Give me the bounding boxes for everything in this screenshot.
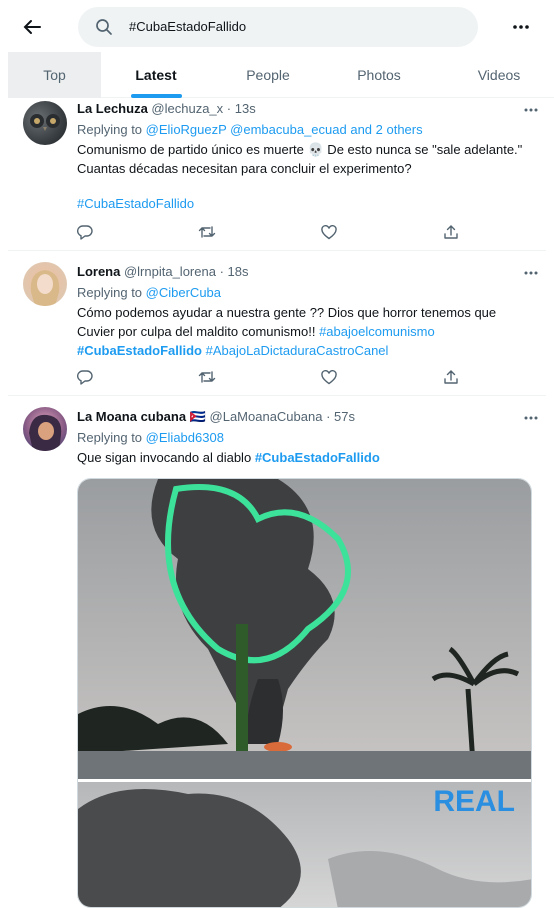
replying-to-users[interactable]: @ElioRguezP @embacuba_ecuad and 2 others <box>146 122 423 137</box>
reply-icon <box>77 225 93 240</box>
tweet[interactable]: La Lechuza @lechuza_x · 13s Replying to … <box>8 99 546 251</box>
search-tabs: Top Latest People Photos Videos <box>8 52 554 98</box>
avatar[interactable] <box>23 407 67 451</box>
replying-to: Replying to @CiberCuba <box>77 284 532 302</box>
hashtag-link[interactable]: #CubaEstadoFallido <box>77 343 202 358</box>
person-avatar-image <box>30 270 60 306</box>
flag-icon: 🇨🇺 <box>189 409 206 424</box>
timestamp[interactable]: · 13s <box>227 101 256 116</box>
smoke-photo-image <box>78 479 531 907</box>
tab-label: People <box>246 67 290 83</box>
tab-label: Top <box>43 67 66 83</box>
tweet-more-button[interactable] <box>520 264 542 282</box>
user-handle[interactable]: @lechuza_x <box>151 101 223 116</box>
tab-label: Photos <box>357 67 401 83</box>
heart-icon <box>321 224 337 239</box>
reply-button[interactable] <box>75 222 95 242</box>
hashtag-link[interactable]: #abajoelcomunismo <box>319 324 435 339</box>
hashtag-link[interactable]: #AbajoLaDictaduraCastroCanel <box>206 343 389 358</box>
hashtag-link[interactable]: #CubaEstadoFallido <box>255 450 380 465</box>
replying-prefix: Replying to <box>77 122 143 137</box>
tweet-more-button[interactable] <box>520 101 542 119</box>
tweet-text: Que sigan invocando al diablo #CubaEstad… <box>77 448 532 467</box>
like-button[interactable] <box>319 367 339 387</box>
replying-to: Replying to @Eliabd6308 <box>77 429 532 447</box>
reply-button[interactable] <box>75 367 95 387</box>
cartoon-avatar-image <box>29 414 62 451</box>
share-button[interactable] <box>441 222 461 242</box>
tab-photos[interactable]: Photos <box>328 52 430 98</box>
search-input[interactable]: #CubaEstadoFallido <box>78 7 478 47</box>
retweet-button[interactable] <box>197 367 217 387</box>
tab-label: Videos <box>477 67 521 83</box>
active-tab-indicator <box>131 94 182 98</box>
tweet-text-body: Que sigan invocando al diablo <box>77 450 252 465</box>
more-horizontal-icon <box>524 271 538 275</box>
replying-prefix: Replying to <box>77 430 143 445</box>
user-handle[interactable]: @LaMoanaCubana <box>210 409 323 424</box>
tab-videos[interactable]: Videos <box>446 52 552 98</box>
more-options-button[interactable] <box>508 15 534 39</box>
tweet[interactable]: La Moana cubana 🇨🇺 @LaMoanaCubana · 57s … <box>8 397 546 908</box>
user-handle[interactable]: @lrnpita_lorena <box>124 264 216 279</box>
avatar[interactable] <box>23 101 67 145</box>
share-button[interactable] <box>441 367 461 387</box>
retweet-button[interactable] <box>197 222 217 242</box>
avatar[interactable] <box>23 262 67 306</box>
owl-avatar-image <box>30 114 60 131</box>
tweet-more-button[interactable] <box>520 409 542 427</box>
tweet-actions <box>75 222 465 242</box>
tweet-header: La Lechuza @lechuza_x · 13s <box>77 101 532 119</box>
tweet[interactable]: Lorena @lrnpita_lorena · 18s Replying to… <box>8 252 546 396</box>
reply-icon <box>77 370 93 385</box>
media-label-text: REAL <box>433 785 515 818</box>
timestamp[interactable]: · 18s <box>220 264 249 279</box>
tweet-text: Cómo podemos ayudar a nuestra gente ?? D… <box>77 303 532 360</box>
arrow-left-icon <box>23 20 41 34</box>
back-button[interactable] <box>16 12 48 42</box>
more-horizontal-icon <box>513 25 529 29</box>
replying-to-users[interactable]: @CiberCuba <box>146 285 221 300</box>
more-horizontal-icon <box>524 416 538 420</box>
like-button[interactable] <box>319 222 339 242</box>
retweet-icon <box>198 226 216 238</box>
search-header: #CubaEstadoFallido <box>0 0 554 53</box>
tab-people[interactable]: People <box>218 52 318 98</box>
tweet-header: Lorena @lrnpita_lorena · 18s <box>77 264 532 282</box>
tweet-text: Comunismo de partido único es muerte 💀 D… <box>77 142 523 176</box>
more-horizontal-icon <box>524 108 538 112</box>
retweet-icon <box>198 371 216 383</box>
share-icon <box>444 370 458 384</box>
heart-icon <box>321 369 337 384</box>
tweet-actions <box>75 367 465 387</box>
tweet-header: La Moana cubana 🇨🇺 @LaMoanaCubana · 57s <box>77 409 532 427</box>
tab-label: Latest <box>135 67 177 83</box>
tweet-media[interactable]: REAL <box>77 478 532 908</box>
hashtag-link[interactable]: #CubaEstadoFallido <box>77 196 194 211</box>
replying-to: Replying to @ElioRguezP @embacuba_ecuad … <box>77 121 532 139</box>
display-name[interactable]: La Moana cubana <box>77 409 186 424</box>
timestamp[interactable]: · 57s <box>326 409 355 424</box>
share-icon <box>444 225 458 239</box>
tab-top[interactable]: Top <box>8 52 101 98</box>
tab-latest[interactable]: Latest <box>105 52 207 98</box>
replying-prefix: Replying to <box>77 285 143 300</box>
hashtag-line: #CubaEstadoFallido <box>77 194 532 213</box>
display-name[interactable]: La Lechuza <box>77 101 148 116</box>
search-icon <box>96 19 112 35</box>
display-name[interactable]: Lorena <box>77 264 120 279</box>
search-query: #CubaEstadoFallido <box>129 19 247 34</box>
replying-to-users[interactable]: @Eliabd6308 <box>146 430 224 445</box>
